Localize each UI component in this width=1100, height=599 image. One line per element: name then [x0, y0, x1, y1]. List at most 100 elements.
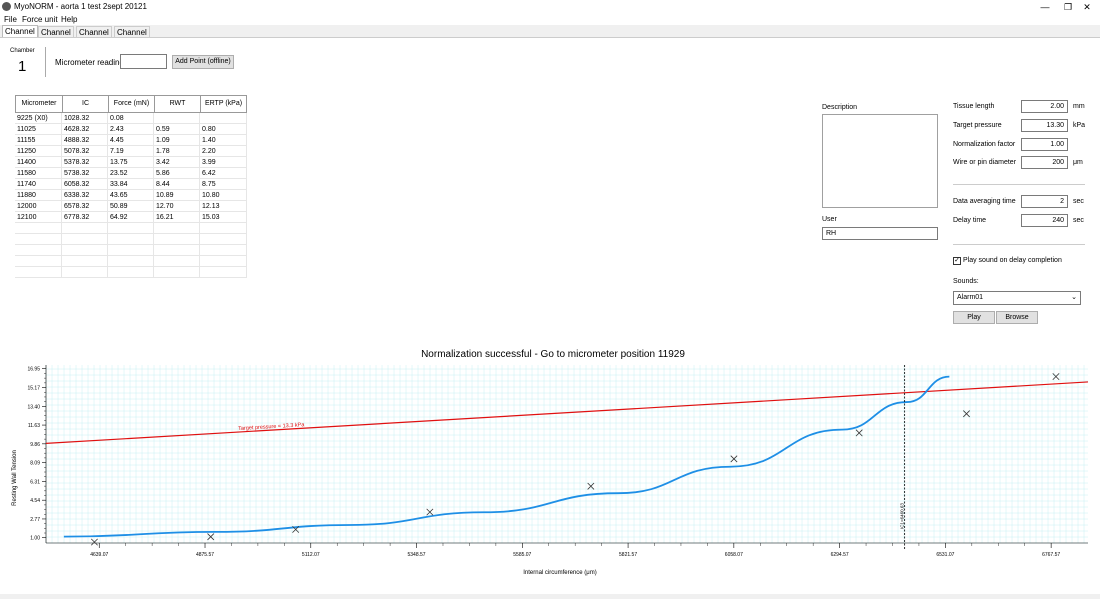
- table-cell: 11740: [15, 179, 62, 190]
- micrometer-input[interactable]: [120, 54, 167, 69]
- x-tick-label: 5348.57: [408, 552, 426, 558]
- table-cell: [108, 223, 154, 234]
- y-tick-label: 4.54: [30, 498, 40, 504]
- table-cell: 5.86: [154, 168, 200, 179]
- menu-file[interactable]: File: [4, 15, 17, 24]
- param-label: Wire or pin diameter: [953, 159, 1017, 166]
- chamber-label: Chamber: [10, 48, 35, 54]
- param-unit: mm: [1073, 103, 1085, 110]
- x-tick-label: 6294.57: [831, 552, 849, 558]
- play-button[interactable]: Play: [953, 311, 995, 324]
- table-cell: 4.45: [108, 135, 154, 146]
- table-cell: 7.19: [108, 146, 154, 157]
- table-cell: [200, 113, 247, 124]
- param-label: Target pressure: [953, 122, 1002, 129]
- table-cell: 10.89: [154, 190, 200, 201]
- y-tick-label: 15.17: [27, 386, 40, 392]
- table-cell: [15, 256, 62, 267]
- table-cell: 15.03: [200, 212, 247, 223]
- table-cell: [62, 267, 108, 278]
- separator: [953, 244, 1085, 245]
- table-cell: 1.40: [200, 135, 247, 146]
- table-cell: 2.43: [108, 124, 154, 135]
- table-cell: [62, 234, 108, 245]
- header-ic[interactable]: IC: [62, 95, 108, 113]
- window-title: MyoNORM - aorta 1 test 2sept 20121: [14, 2, 147, 11]
- sound-select-value: Alarm01: [957, 294, 984, 301]
- normalization-factor-input[interactable]: 1.00: [1021, 138, 1068, 151]
- averaging-time-input[interactable]: 2: [1021, 195, 1068, 208]
- x-tick-label: 6058.07: [725, 552, 743, 558]
- table-cell: 3.99: [200, 157, 247, 168]
- table-cell: 11155: [15, 135, 62, 146]
- table-cell: 1028.32: [62, 113, 108, 124]
- chamber-number: 1: [18, 58, 27, 75]
- table-cell: 8.75: [200, 179, 247, 190]
- close-icon[interactable]: ✕: [1072, 0, 1100, 14]
- table-cell: 12.13: [200, 201, 247, 212]
- sound-select[interactable]: Alarm01 ⌄: [953, 291, 1081, 305]
- table-cell: 4888.32: [62, 135, 108, 146]
- table-cell: [200, 245, 247, 256]
- table-cell: [108, 234, 154, 245]
- param-label: Delay time: [953, 217, 987, 224]
- table-cell: 12.70: [154, 201, 200, 212]
- param-label: Tissue length: [953, 103, 995, 110]
- param-unit: sec: [1073, 217, 1084, 224]
- table-cell: 43.65: [108, 190, 154, 201]
- table-cell: [154, 113, 200, 124]
- param-unit: kPa: [1073, 122, 1086, 129]
- table-cell: 6058.32: [62, 179, 108, 190]
- table-cell: 50.89: [108, 201, 154, 212]
- table-cell: 11400: [15, 157, 62, 168]
- table-cell: [15, 223, 62, 234]
- table-cell: [15, 245, 62, 256]
- intersection-label: IC1=6460.63: [900, 503, 905, 529]
- tissue-length-input[interactable]: 2.00: [1021, 100, 1068, 113]
- sounds-label: Sounds:: [953, 278, 979, 285]
- param-label: Data averaging time: [953, 198, 1016, 205]
- description-textarea[interactable]: [822, 114, 938, 208]
- menu-help[interactable]: Help: [61, 15, 77, 24]
- table-cell: 64.92: [108, 212, 154, 223]
- table-cell: [200, 234, 247, 245]
- table-cell: 0.59: [154, 124, 200, 135]
- header-rwt[interactable]: RWT: [154, 95, 200, 113]
- table-cell: [62, 245, 108, 256]
- param-label: Normalization factor: [953, 141, 1016, 148]
- x-tick-label: 6767.57: [1042, 552, 1060, 558]
- user-label: User: [822, 216, 837, 223]
- user-input[interactable]: RH: [822, 227, 938, 240]
- header-ertp[interactable]: ERTP (kPa): [200, 95, 247, 113]
- x-tick-label: 4875.57: [196, 552, 214, 558]
- table-cell: 4628.32: [62, 124, 108, 135]
- header-force[interactable]: Force (mN): [108, 95, 154, 113]
- y-tick-label: 13.40: [27, 404, 40, 410]
- browse-button[interactable]: Browse: [996, 311, 1038, 324]
- y-tick-label: 8.09: [30, 461, 40, 467]
- table-cell: [200, 267, 247, 278]
- target-pressure-input[interactable]: 13.30: [1021, 119, 1068, 132]
- x-tick-label: 5112.07: [302, 552, 320, 558]
- table-cell: 1.78: [154, 146, 200, 157]
- table-cell: [154, 223, 200, 234]
- table-cell: 6578.32: [62, 201, 108, 212]
- x-tick-label: 5821.57: [619, 552, 637, 558]
- wire-diameter-input[interactable]: 200: [1021, 156, 1068, 169]
- table-cell: 12100: [15, 212, 62, 223]
- play-sound-label[interactable]: Play sound on delay completion: [963, 257, 1062, 264]
- table-cell: 1.09: [154, 135, 200, 146]
- table-cell: 11025: [15, 124, 62, 135]
- menu-force-unit[interactable]: Force unit: [22, 15, 58, 24]
- chevron-down-icon: ⌄: [1071, 294, 1077, 301]
- table-cell: [108, 256, 154, 267]
- play-sound-checkbox[interactable]: ✓: [953, 257, 961, 265]
- add-point-button[interactable]: Add Point (offline): [172, 55, 234, 69]
- delay-time-input[interactable]: 240: [1021, 214, 1068, 227]
- table-cell: 16.21: [154, 212, 200, 223]
- table-cell: 5078.32: [62, 146, 108, 157]
- header-micrometer[interactable]: Micrometer: [15, 95, 62, 113]
- param-unit: sec: [1073, 198, 1084, 205]
- table-cell: 13.75: [108, 157, 154, 168]
- divider: [45, 47, 46, 77]
